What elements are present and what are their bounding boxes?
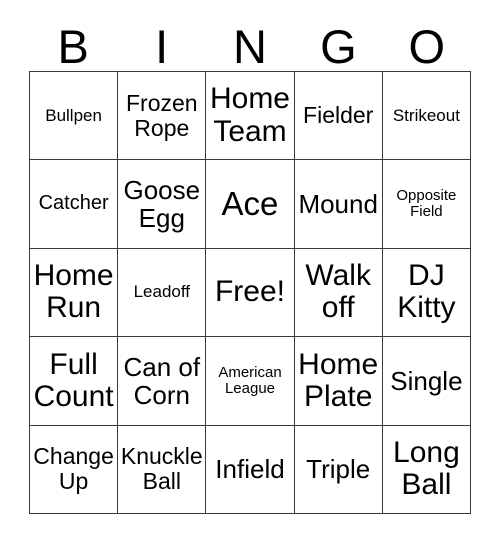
bingo-cell-g2[interactable]: Mound <box>294 160 383 249</box>
bingo-header-row: B I N G O <box>29 12 471 72</box>
bingo-cell-label: DJ Kitty <box>397 259 456 325</box>
bingo-header-letter-i: I <box>155 20 169 73</box>
bingo-cell-label: Single <box>390 365 463 396</box>
bingo-cell-label: Walk off <box>305 259 371 325</box>
bingo-cell-label: Change Up <box>33 443 114 495</box>
bingo-cell-b5[interactable]: Change Up <box>30 425 119 514</box>
bingo-cell-g4[interactable]: Home Plate <box>294 337 383 426</box>
bingo-cell-i3[interactable]: Leadoff <box>118 248 207 338</box>
bingo-cell-label: Strikeout <box>392 105 460 125</box>
bingo-cell-label: Leadoff <box>133 282 190 302</box>
bingo-cell-o4[interactable]: Single <box>382 337 471 426</box>
bingo-cell-n5[interactable]: Infield <box>206 425 295 514</box>
bingo-cell-g3[interactable]: Walk off <box>294 248 383 338</box>
bingo-cell-i2[interactable]: Goose Egg <box>118 160 207 249</box>
bingo-header-letter-o: O <box>408 20 446 73</box>
bingo-cell-label: Can of Corn <box>123 351 201 410</box>
bingo-cell-label: Home Team <box>209 82 290 148</box>
bingo-grid: Bullpen Frozen Rope Home Team Fielder St… <box>29 71 471 514</box>
bingo-cell-label: Frozen Rope <box>125 89 198 141</box>
bingo-cell-b2[interactable]: Catcher <box>30 160 119 249</box>
bingo-card: B I N G O Bullpen Frozen Rope Home Team … <box>0 0 500 544</box>
bingo-cell-free-space[interactable]: Free! <box>206 248 295 338</box>
bingo-cell-label: Home Run <box>33 259 114 325</box>
bingo-cell-o5[interactable]: Long Ball <box>382 425 471 514</box>
bingo-cell-b3[interactable]: Home Run <box>30 248 119 338</box>
bingo-cell-o1[interactable]: Strikeout <box>382 72 471 161</box>
bingo-cell-i1[interactable]: Frozen Rope <box>118 72 207 161</box>
bingo-cell-label: American League <box>218 363 282 397</box>
bingo-cell-n2[interactable]: Ace <box>206 160 295 249</box>
bingo-cell-i5[interactable]: Knuckle Ball <box>118 425 207 514</box>
bingo-header-letter-n: N <box>233 20 267 73</box>
bingo-cell-g5[interactable]: Triple <box>294 425 383 514</box>
bingo-header-letter-g: G <box>320 20 357 73</box>
bingo-cell-g1[interactable]: Fielder <box>294 72 383 161</box>
bingo-cell-label: Triple <box>306 454 371 485</box>
bingo-cell-label: Ace <box>221 185 279 223</box>
bingo-cell-i4[interactable]: Can of Corn <box>118 337 207 426</box>
bingo-header-letter-b: B <box>57 20 89 73</box>
bingo-cell-label: Long Ball <box>393 435 460 502</box>
bingo-cell-label: Catcher <box>38 192 109 215</box>
bingo-cell-label: Mound <box>298 189 378 220</box>
bingo-cell-label: Goose Egg <box>123 175 201 234</box>
bingo-cell-label: Infield <box>215 454 285 485</box>
bingo-cell-label: Bullpen <box>45 105 102 125</box>
bingo-cell-label: Full Count <box>33 347 114 413</box>
bingo-cell-label: Home Plate <box>298 347 379 413</box>
bingo-cell-b4[interactable]: Full Count <box>30 337 119 426</box>
bingo-cell-label: Free! <box>214 275 285 309</box>
bingo-cell-label: Knuckle Ball <box>120 443 203 495</box>
bingo-cell-o3[interactable]: DJ Kitty <box>382 248 471 338</box>
bingo-cell-b1[interactable]: Bullpen <box>30 72 119 161</box>
bingo-cell-n4[interactable]: American League <box>206 337 295 426</box>
bingo-cell-n1[interactable]: Home Team <box>206 72 295 161</box>
bingo-cell-label: Fielder <box>303 102 374 129</box>
bingo-cell-o2[interactable]: Opposite Field <box>382 160 471 249</box>
bingo-cell-label: Opposite Field <box>396 186 457 221</box>
